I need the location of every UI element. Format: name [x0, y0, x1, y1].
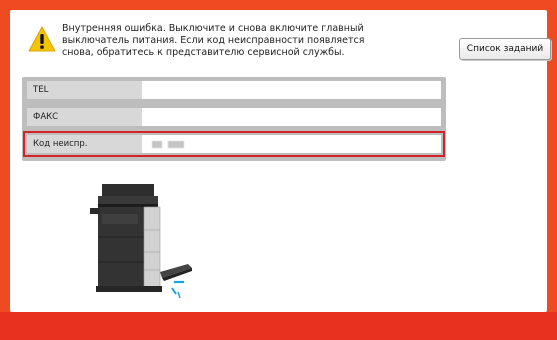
error-code-label: Код неиспр. — [27, 135, 142, 153]
bottom-status-band — [0, 312, 557, 340]
error-code-value — [142, 135, 441, 153]
error-message-line: Внутренняя ошибка. Выключите и снова вкл… — [62, 23, 364, 34]
job-list-button[interactable]: Список заданий — [459, 38, 551, 60]
table-row-error-code: Код неиспр. — [23, 131, 445, 157]
table-row-fax: ФАКС — [27, 108, 441, 126]
tel-label: TEL — [27, 81, 142, 99]
fax-value — [142, 108, 441, 126]
contact-info-table: TEL ФАКС Код неиспр. — [22, 77, 446, 161]
error-message-line: выключатель питания. Если код неисправно… — [62, 35, 365, 46]
tel-value — [142, 81, 441, 99]
error-message-line: снова, обратитесь к представителю сервис… — [62, 47, 345, 58]
printer-icon — [88, 182, 218, 307]
warning-icon — [28, 25, 56, 52]
table-row-tel: TEL — [27, 81, 441, 99]
fax-label: ФАКС — [27, 108, 142, 126]
error-message: Внутренняя ошибка. Выключите и снова вкл… — [62, 23, 402, 59]
redacted-error-code — [152, 140, 184, 148]
